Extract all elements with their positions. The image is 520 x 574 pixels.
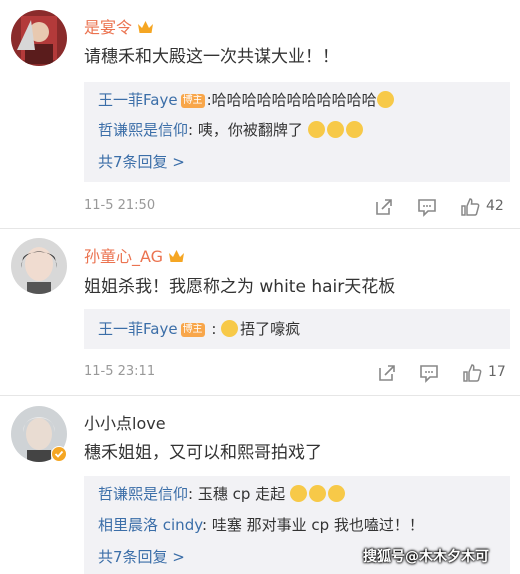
blogger-badge: 博主 — [180, 94, 205, 108]
avatar[interactable] — [11, 238, 67, 294]
reply-item: 哲谦熙是信仰: 玉穗 cp 走起 — [98, 483, 347, 504]
doge-emoji-icon — [307, 121, 325, 138]
more-replies-link[interactable]: 共7条回复 > — [98, 151, 185, 172]
crown-icon — [138, 21, 154, 33]
timestamp: 11-5 21:50 — [84, 198, 156, 213]
reply-item: 王一菲Faye 博主 : 捂了嚎疯 — [98, 320, 301, 338]
doge-emoji-icon — [327, 485, 345, 502]
reply-box: 王一菲Faye 博主:哈哈哈哈哈哈哈哈哈哈哈 哲谦熙是信仰: 咦，你被翻牌了 共7… — [84, 82, 510, 182]
doge-emoji-icon — [221, 320, 239, 337]
reply-username[interactable]: 哲谦熙是信仰 — [98, 121, 188, 139]
reply-item: 哲谦熙是信仰: 咦，你被翻牌了 — [98, 119, 365, 140]
reply-username[interactable]: 相里晨洛 cindy — [98, 516, 202, 534]
divider — [0, 395, 520, 396]
doge-emoji-icon — [308, 485, 326, 502]
like-count: 42 — [486, 198, 504, 214]
comment-text: 姐姐杀我！我愿称之为 white hair天花板 — [84, 277, 396, 297]
username[interactable]: 小小点love — [84, 410, 166, 434]
reply-username[interactable]: 王一菲Faye — [98, 320, 178, 338]
reply-username[interactable]: 王一菲Faye — [98, 91, 178, 109]
timestamp: 11-5 23:11 — [84, 364, 156, 379]
reply-username[interactable]: 哲谦熙是信仰 — [98, 485, 188, 503]
avatar[interactable] — [11, 10, 67, 66]
like-icon[interactable] — [459, 196, 481, 218]
like-count: 17 — [488, 364, 506, 380]
doge-emoji-icon — [345, 121, 363, 138]
divider — [0, 228, 520, 229]
crying-emoji-icon — [376, 91, 394, 108]
share-icon[interactable] — [373, 196, 395, 218]
like-icon[interactable] — [461, 362, 483, 384]
watermark: 搜狐号@木木夕木可 — [363, 549, 489, 565]
reply-box: 王一菲Faye 博主 : 捂了嚎疯 — [84, 309, 510, 349]
reply-item: 王一菲Faye 博主:哈哈哈哈哈哈哈哈哈哈哈 — [98, 89, 396, 110]
verified-icon — [51, 446, 67, 462]
more-replies-link[interactable]: 共7条回复 > — [98, 546, 185, 567]
comment-icon[interactable] — [416, 196, 438, 218]
reply-item: 相里晨洛 cindy: 哇塞 那对事业 cp 我也嗑过！！ — [98, 516, 424, 534]
comment-meta: 11-5 21:50 42 — [84, 196, 510, 220]
comment-meta: 11-5 23:11 17 — [84, 362, 510, 386]
username[interactable]: 是宴令 — [84, 14, 154, 38]
comment-text: 穗禾姐姐，又可以和熙哥拍戏了 — [84, 443, 322, 463]
comment-icon[interactable] — [418, 362, 440, 384]
crown-icon — [169, 250, 185, 262]
share-icon[interactable] — [376, 362, 398, 384]
username[interactable]: 孙童心_AG — [84, 243, 185, 267]
doge-emoji-icon — [326, 121, 344, 138]
comment-text: 请穗禾和大殿这一次共谋大业！！ — [84, 47, 339, 67]
doge-emoji-icon — [289, 485, 307, 502]
blogger-badge: 博主 — [180, 323, 205, 337]
